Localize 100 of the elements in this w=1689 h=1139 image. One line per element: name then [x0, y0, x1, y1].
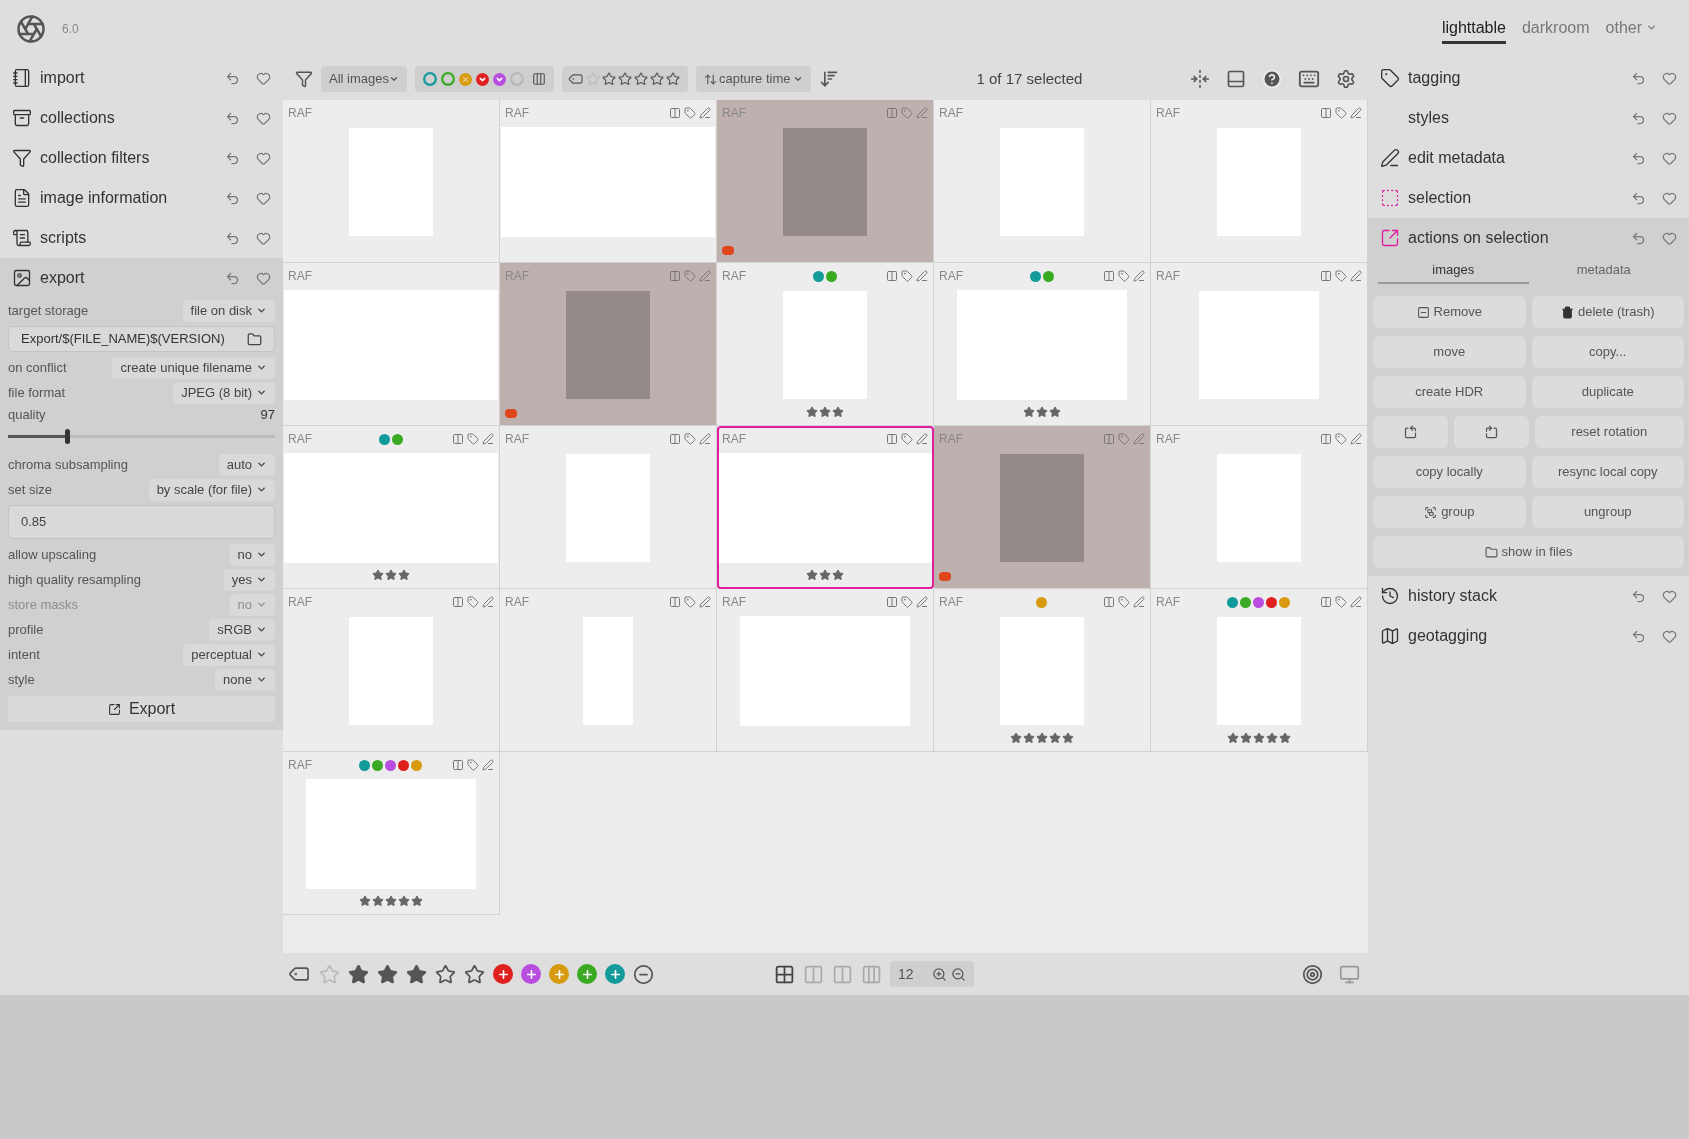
altered-icon[interactable]	[916, 433, 928, 445]
thumbnail-cell[interactable]: RAF	[1151, 263, 1368, 426]
action-button[interactable]: ungroup	[1531, 496, 1684, 528]
reset-icon[interactable]	[225, 150, 240, 166]
module-header[interactable]: collection filters	[0, 138, 283, 178]
star-outline-icon[interactable]	[601, 72, 616, 86]
filter-icon[interactable]	[295, 70, 313, 88]
action-button[interactable]: copy...	[1531, 336, 1684, 368]
star-icon[interactable]	[464, 963, 485, 985]
tag-icon[interactable]	[901, 596, 913, 608]
reset-icon[interactable]	[1631, 628, 1646, 644]
module-header[interactable]: scripts	[0, 218, 283, 258]
tag-icon[interactable]	[901, 433, 913, 445]
favorite-icon[interactable]	[256, 110, 271, 126]
tag-icon[interactable]	[467, 759, 479, 771]
color-filter-ring[interactable]	[440, 72, 455, 86]
reset-icon[interactable]	[1631, 588, 1646, 604]
help-icon[interactable]	[1262, 69, 1282, 89]
module-header[interactable]: geotagging	[1368, 616, 1689, 656]
altered-icon[interactable]	[482, 433, 494, 445]
reset-icon[interactable]	[1631, 190, 1646, 206]
star-icon[interactable]	[377, 963, 398, 985]
module-header[interactable]: import	[0, 58, 283, 98]
tag-icon[interactable]	[1335, 596, 1347, 608]
zoom-in-icon[interactable]	[932, 966, 947, 982]
target-icon[interactable]	[1302, 963, 1323, 985]
altered-icon[interactable]	[699, 596, 711, 608]
folder-icon[interactable]	[247, 331, 262, 347]
thumbnail-cell[interactable]: RAF	[283, 263, 500, 426]
favorite-icon[interactable]	[1662, 628, 1677, 644]
color-label-button[interactable]	[493, 964, 513, 984]
altered-icon[interactable]	[1133, 433, 1145, 445]
tag-icon[interactable]	[684, 270, 696, 282]
color-filter-excluded[interactable]	[458, 72, 472, 86]
slider-handle[interactable]	[64, 429, 70, 444]
keyboard-icon[interactable]	[1298, 68, 1320, 90]
color-label-button[interactable]	[605, 964, 625, 984]
clear-labels-icon[interactable]	[633, 963, 654, 985]
reset-icon[interactable]	[225, 230, 240, 246]
favorite-icon[interactable]	[1662, 150, 1677, 166]
scale-field[interactable]: 0.85	[8, 505, 275, 539]
panel-icon[interactable]	[1226, 69, 1246, 89]
panel-tab[interactable]: metadata	[1528, 258, 1679, 284]
favorite-icon[interactable]	[256, 70, 271, 86]
thumbnail-cell[interactable]: RAF	[283, 100, 500, 263]
tag-icon[interactable]	[684, 107, 696, 119]
sort-dropdown[interactable]: capture time	[695, 66, 811, 92]
tag-icon[interactable]	[1335, 433, 1347, 445]
action-button[interactable]: delete (trash)	[1531, 296, 1684, 328]
reset-icon[interactable]	[225, 110, 240, 126]
tag-icon[interactable]	[684, 433, 696, 445]
altered-icon[interactable]	[482, 596, 494, 608]
thumbnail-cell[interactable]: RAF	[717, 426, 934, 589]
altered-icon[interactable]	[699, 433, 711, 445]
setting-dropdown[interactable]: auto	[218, 453, 275, 476]
star-outline-icon[interactable]	[633, 72, 648, 86]
favorite-icon[interactable]	[256, 190, 271, 206]
tag-icon[interactable]	[1118, 596, 1130, 608]
slider-track[interactable]	[8, 429, 275, 444]
monitor-icon[interactable]	[1339, 963, 1360, 985]
path-field[interactable]: Export/$(FILE_NAME)$(VERSION)	[8, 326, 275, 352]
action-button[interactable]: resync local copy	[1531, 456, 1684, 488]
module-header[interactable]: selection	[1368, 178, 1689, 218]
star-outline-icon[interactable]	[617, 72, 632, 86]
setting-dropdown[interactable]: sRGB	[209, 618, 275, 641]
action-button[interactable]: group	[1373, 496, 1526, 528]
altered-icon[interactable]	[916, 270, 928, 282]
module-header[interactable]: image information	[0, 178, 283, 218]
tag-icon[interactable]	[901, 270, 913, 282]
export-button[interactable]: Export	[8, 696, 275, 722]
thumbnail-cell[interactable]: RAF	[500, 100, 717, 263]
module-header[interactable]: styles	[1368, 98, 1689, 138]
reset-icon[interactable]	[1631, 150, 1646, 166]
reset-icon[interactable]	[225, 190, 240, 206]
tag-icon[interactable]	[901, 107, 913, 119]
favorite-icon[interactable]	[1662, 70, 1677, 86]
setting-dropdown[interactable]: none	[215, 668, 275, 691]
thumbnail-cell[interactable]: RAF	[717, 589, 934, 752]
thumbnail-cell[interactable]: RAF	[934, 263, 1151, 426]
thumbnail-cell[interactable]: RAF	[283, 589, 500, 752]
sort-order-icon[interactable]	[818, 69, 839, 89]
reset-icon[interactable]	[1631, 230, 1646, 246]
altered-icon[interactable]	[482, 759, 494, 771]
color-label-button[interactable]	[577, 964, 597, 984]
star-icon[interactable]	[406, 963, 427, 985]
favorite-icon[interactable]	[1662, 230, 1677, 246]
action-button[interactable]: copy locally	[1373, 456, 1526, 488]
thumbnail-cell[interactable]: RAF	[283, 752, 500, 915]
action-button[interactable]: create HDR	[1373, 376, 1526, 408]
altered-icon[interactable]	[699, 107, 711, 119]
star-outline-icon[interactable]	[319, 963, 340, 985]
module-header[interactable]: history stack	[1368, 576, 1689, 616]
favorite-icon[interactable]	[1662, 588, 1677, 604]
altered-icon[interactable]	[699, 270, 711, 282]
thumbnail-cell[interactable]: RAF	[934, 100, 1151, 263]
color-filter-included[interactable]	[475, 72, 489, 86]
action-button[interactable]: reset rotation	[1534, 416, 1684, 448]
thumbnail-cell[interactable]: RAF	[1151, 589, 1368, 752]
module-header[interactable]: tagging	[1368, 58, 1689, 98]
star-icon[interactable]	[435, 963, 456, 985]
